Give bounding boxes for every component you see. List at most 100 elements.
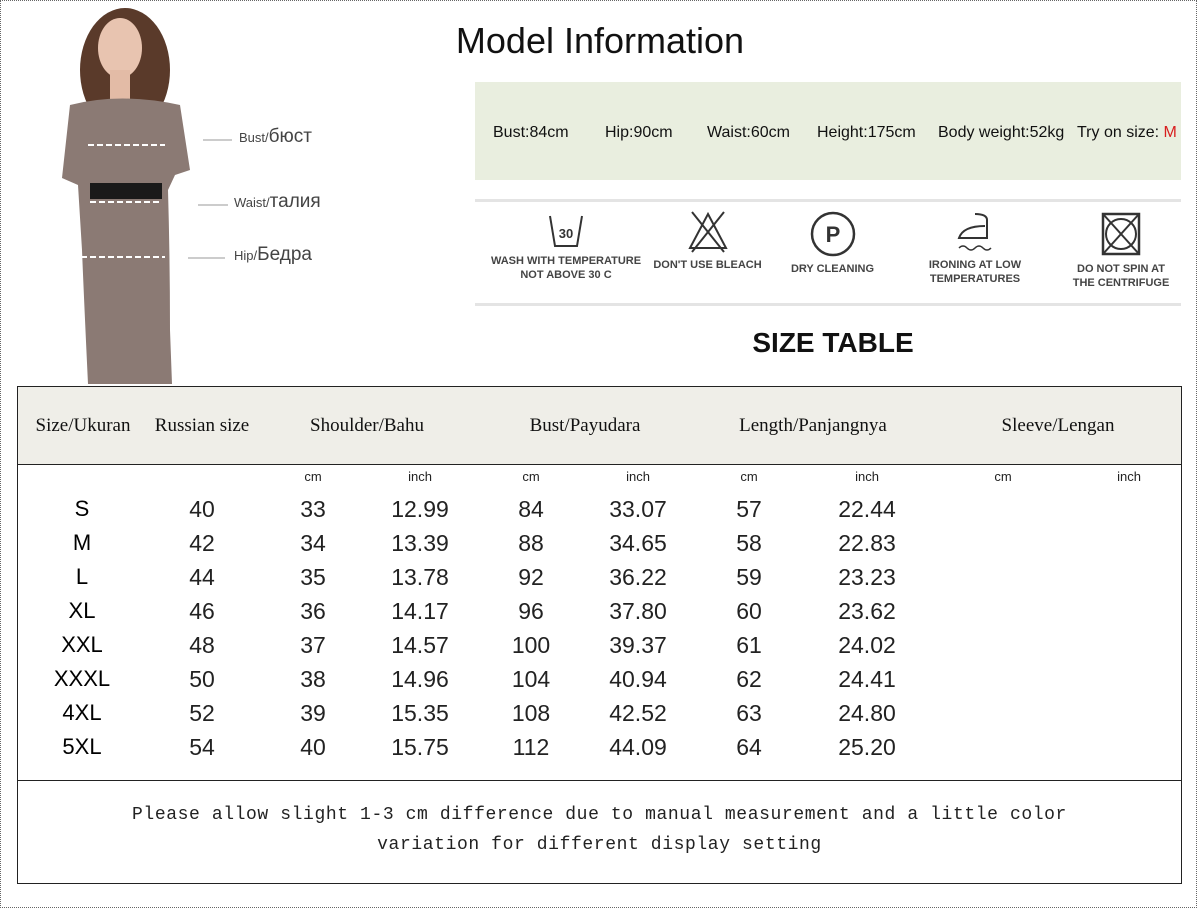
table-cell: 60	[736, 598, 762, 624]
table-cell: 44.09	[609, 734, 667, 760]
table-header: Size/Ukuran Russian size Shoulder/Bahu Bust…	[18, 387, 1181, 465]
table-cell: 40	[300, 734, 326, 760]
table-cell: 48	[189, 632, 215, 658]
table-cell: 40.94	[609, 666, 667, 692]
divider	[475, 303, 1181, 306]
table-cell: 42	[189, 530, 215, 556]
care-dry-clean: P DRY CLEANING	[775, 210, 890, 276]
table-cell: 40	[189, 496, 215, 522]
iron-low-icon	[957, 213, 992, 251]
unit-label: cm	[304, 469, 322, 484]
table-cell: 15.75	[391, 734, 449, 760]
table-cell: 24.02	[838, 632, 896, 658]
bust-label: Bust/бюст	[239, 126, 312, 147]
note-line-2: variation for different display setting	[377, 835, 822, 855]
table-cell: 54	[189, 734, 215, 760]
table-cell: 25.20	[838, 734, 896, 760]
table-cell: 39	[300, 700, 326, 726]
column-header: Shoulder/Bahu	[310, 415, 424, 436]
unit-label: cm	[740, 469, 758, 484]
table-cell: 13.39	[391, 530, 449, 556]
table-cell: 14.96	[391, 666, 449, 692]
table-cell: 37.80	[609, 598, 667, 624]
unit-label: inch	[408, 469, 432, 484]
model-waist: Waist:60cm	[707, 124, 790, 141]
svg-text:P: P	[825, 222, 840, 247]
unit-label: cm	[522, 469, 540, 484]
table-cell: 63	[736, 700, 762, 726]
model-weight: Body weight:52kg	[938, 124, 1065, 141]
table-cell: 61	[736, 632, 762, 658]
size-label: 4XL	[62, 700, 102, 725]
table-cell: 34	[300, 530, 326, 556]
column-header: Size/Ukuran	[35, 415, 131, 436]
table-cell: 42.52	[609, 700, 667, 726]
table-cell: 104	[511, 666, 551, 692]
size-table-title: SIZE TABLE	[752, 327, 914, 358]
dry-clean-p-icon: P	[810, 211, 855, 257]
table-cell: 24.41	[838, 666, 896, 692]
size-label: XXXL	[53, 666, 111, 691]
no-tumble-dry-icon	[1101, 212, 1141, 256]
column-header: Length/Panjangnya	[739, 415, 887, 436]
table-cell: 44	[189, 564, 215, 590]
try-on-size: Try on size: M	[1077, 124, 1177, 141]
table-cell: 14.57	[391, 632, 449, 658]
table-cell: 50	[189, 666, 215, 692]
table-cell: 12.99	[391, 496, 449, 522]
column-header: Russian size	[154, 415, 250, 436]
table-cell: 22.44	[838, 496, 896, 522]
table-cell: 35	[300, 564, 326, 590]
table-cell: 57	[736, 496, 762, 522]
divider	[475, 199, 1181, 202]
model-bust: Bust:84cm	[493, 124, 569, 141]
column-header: Bust/Payudara	[529, 415, 641, 436]
care-no-bleach: DON'T USE BLEACH	[650, 210, 765, 272]
unit-label: inch	[1117, 469, 1141, 484]
table-cell: 38	[300, 666, 326, 692]
model-height: Height:175cm	[817, 124, 916, 141]
care-wash-30: 30 WASH WITH TEMPERATURE NOT ABOVE 30 C	[486, 210, 646, 282]
table-cell: 24.80	[838, 700, 896, 726]
table-cell: 14.17	[391, 598, 449, 624]
table-cell: 23.62	[838, 598, 896, 624]
table-cell: 37	[300, 632, 326, 658]
size-label: L	[75, 564, 89, 589]
note-line-1: Please allow slight 1-3 cm difference du…	[132, 805, 1067, 825]
table-cell: 108	[511, 700, 551, 726]
hip-label: Hip/Бедра	[234, 244, 312, 265]
no-bleach-icon	[687, 211, 728, 253]
table-cell: 15.35	[391, 700, 449, 726]
table-cell: 22.83	[838, 530, 896, 556]
size-label: XL	[68, 598, 96, 623]
size-label: XXL	[61, 632, 103, 657]
table-cell: 62	[736, 666, 762, 692]
waist-label: Waist/талия	[234, 191, 321, 212]
table-cell: 39.37	[609, 632, 667, 658]
table-cell: 84	[518, 496, 544, 522]
table-cell: 33	[300, 496, 326, 522]
table-cell: 100	[511, 632, 551, 658]
table-cell: 112	[512, 734, 550, 760]
model-info-box: Bust:84cm Hip:90cm Waist:60cm Height:175…	[475, 82, 1181, 180]
size-label: S	[74, 496, 90, 521]
care-iron-low: IRONING AT LOW TEMPERATURES	[915, 210, 1035, 286]
table-cell: 59	[736, 564, 762, 590]
table-cell: 23.23	[838, 564, 896, 590]
table-cell: 88	[518, 530, 544, 556]
size-label: 5XL	[62, 734, 102, 759]
model-hip: Hip:90cm	[605, 124, 673, 141]
unit-label: inch	[855, 469, 879, 484]
model-photo: Bust/бюст Waist/талия Hip/Бедра	[0, 0, 340, 384]
table-cell: 52	[189, 700, 215, 726]
table-cell: 96	[518, 598, 544, 624]
unit-label: cm	[994, 469, 1012, 484]
column-header: Sleeve/Lengan	[1001, 415, 1115, 436]
table-cell: 36	[300, 598, 326, 624]
svg-text:30: 30	[559, 226, 573, 241]
table-divider	[18, 780, 1181, 781]
table-cell: 46	[189, 598, 215, 624]
size-table: Size/Ukuran Russian size Shoulder/Bahu Bust…	[17, 386, 1182, 884]
size-label: M	[72, 530, 92, 555]
unit-label: inch	[626, 469, 650, 484]
